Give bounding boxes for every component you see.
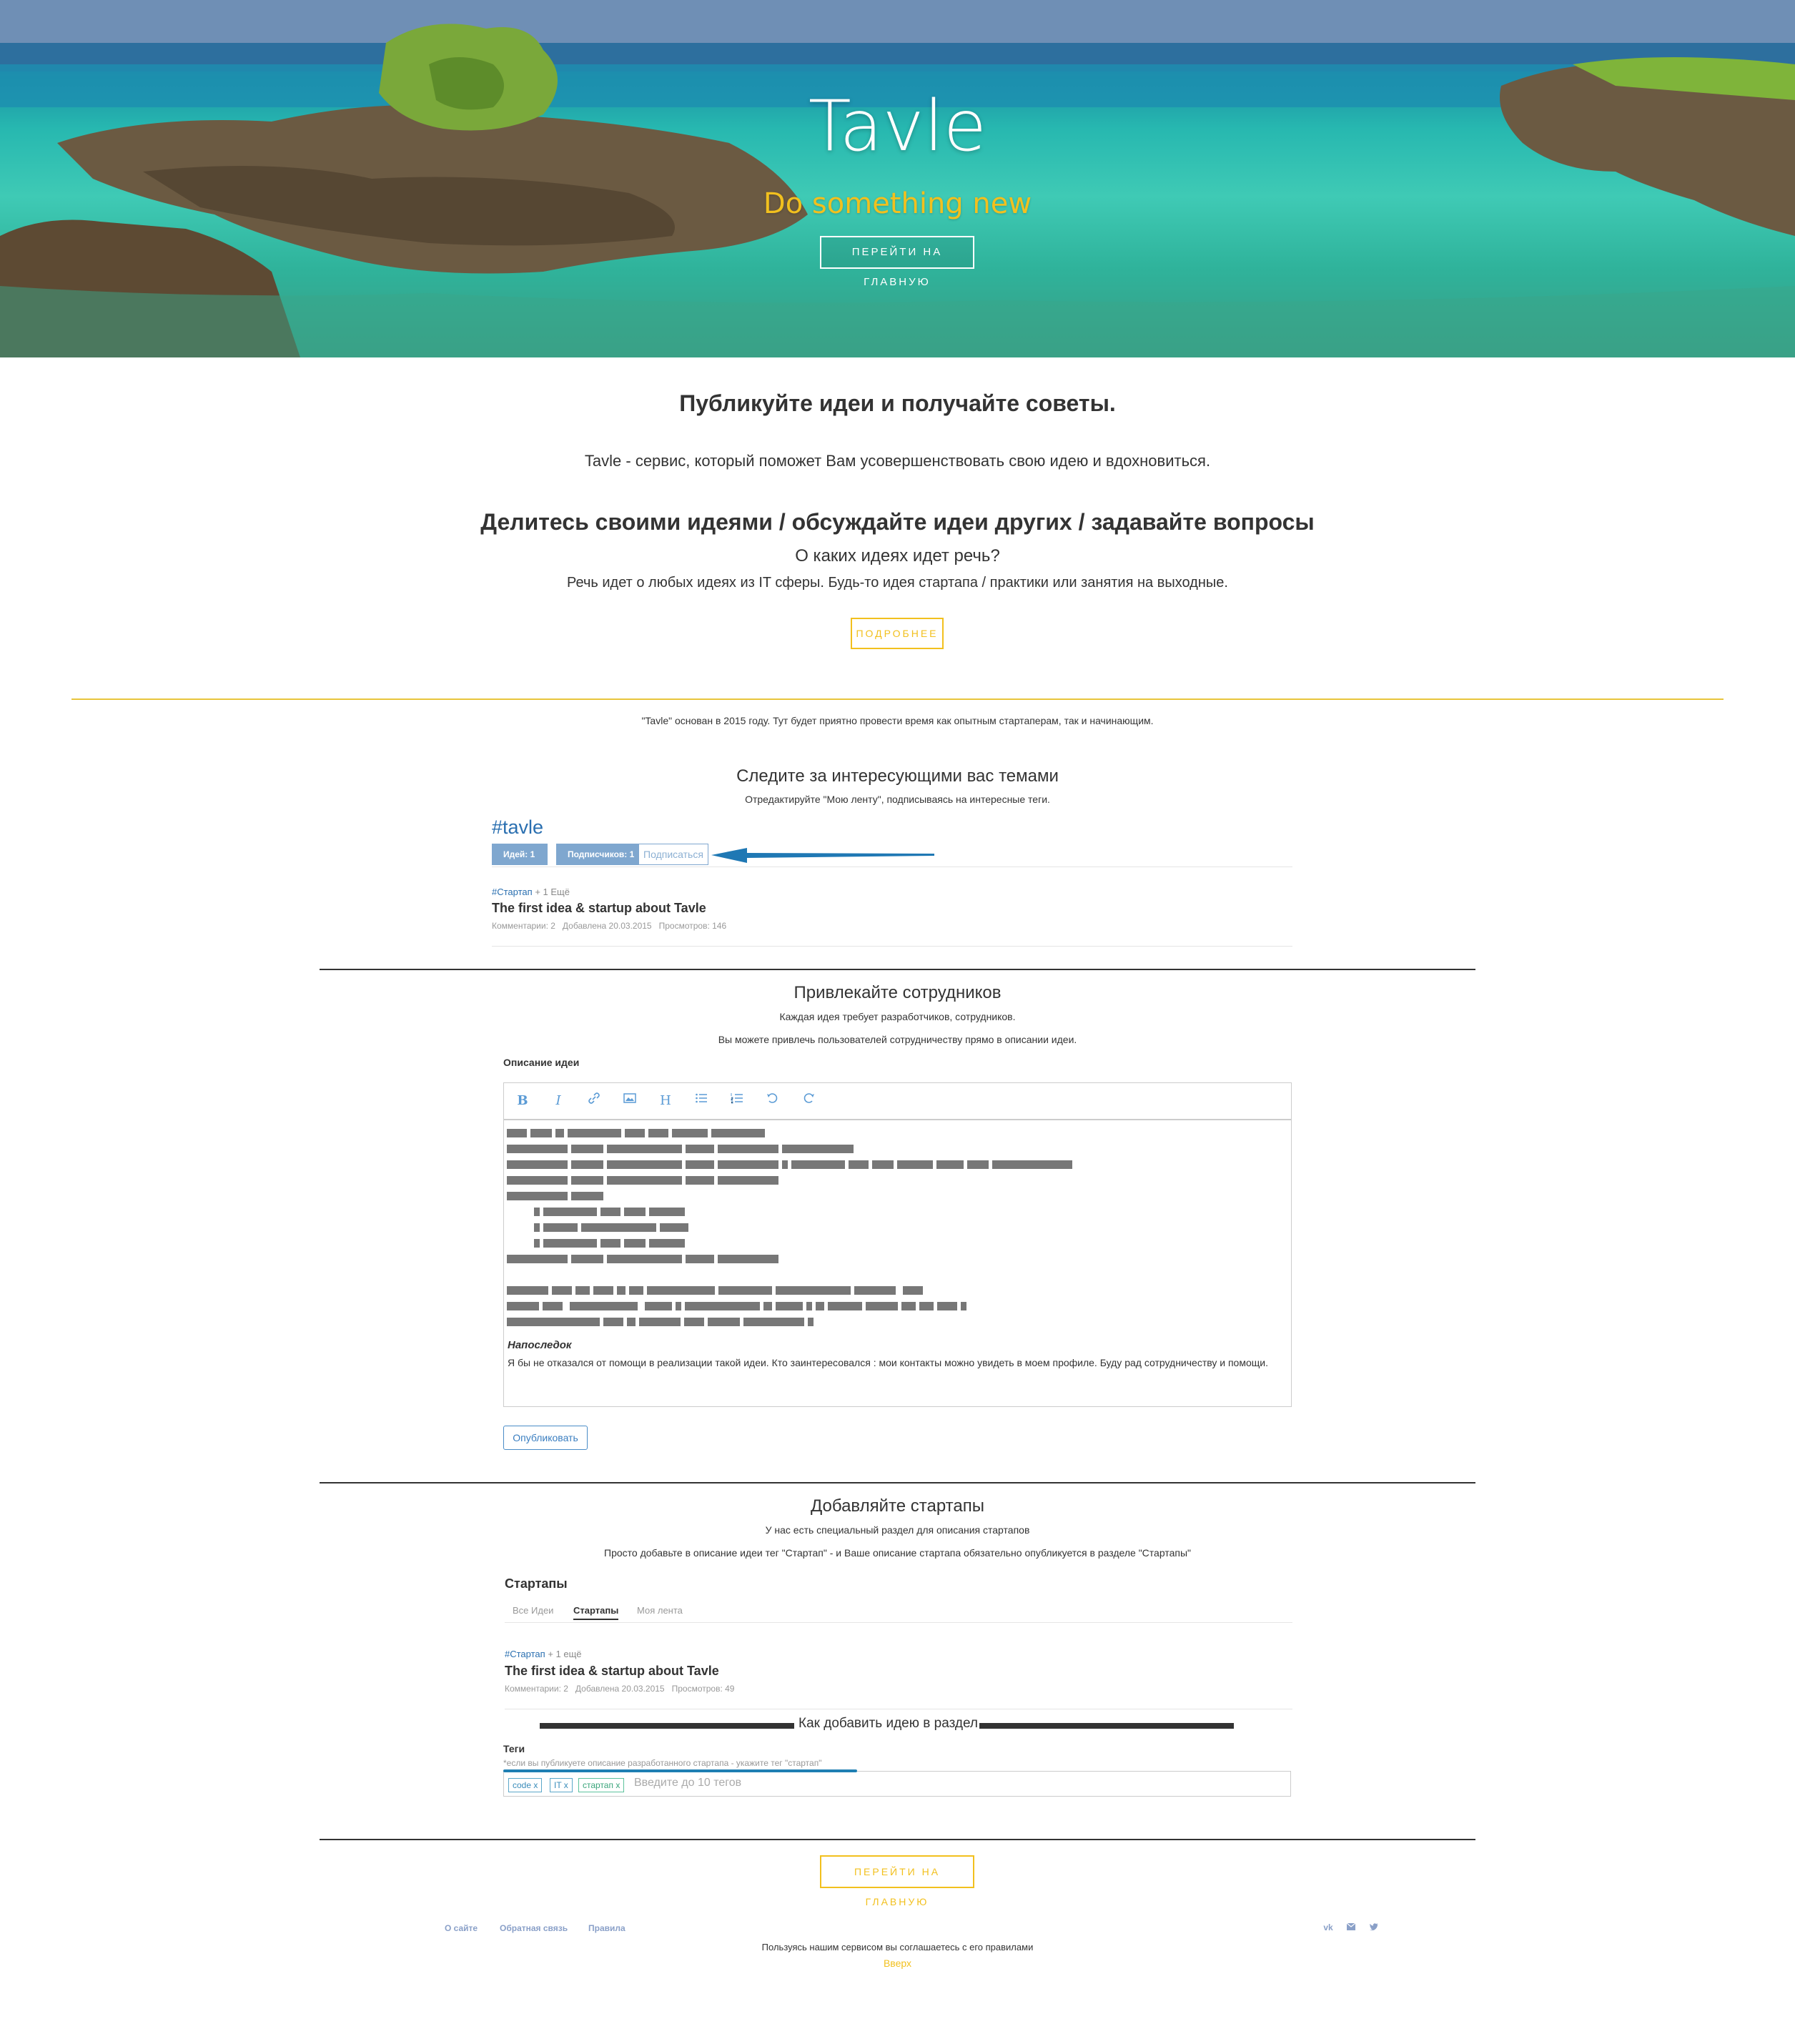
founded-text: "Tavle" основан в 2015 году. Тут будет п… <box>641 715 1154 726</box>
startup-more-tags: + 1 ещё <box>548 1649 582 1659</box>
idea-description-editor[interactable]: B I H Напоследок Я бы не отказался от по… <box>503 1082 1292 1407</box>
pointer-arrow-icon <box>711 848 934 863</box>
subscribe-button[interactable]: Подписаться <box>638 844 708 865</box>
footer-rules-link[interactable]: Правила <box>588 1923 625 1933</box>
recruit-text-1: Каждая идея требует разработчиков, сотру… <box>779 1011 1016 1022</box>
divider <box>492 946 1292 947</box>
intro-heading: Публикуйте идеи и получайте советы. <box>679 390 1116 416</box>
idea-title-link[interactable]: The first idea & startup about Tavle <box>492 901 706 916</box>
intro-description: Tavle - сервис, который поможет Вам усов… <box>584 452 1211 470</box>
tags-input[interactable]: code x IT x стартап x Введите до 10 тего… <box>503 1771 1291 1797</box>
gold-divider <box>71 698 1724 700</box>
footer-about-link[interactable]: О сайте <box>445 1923 478 1933</box>
vk-icon[interactable]: vk <box>1322 1922 1334 1933</box>
section-divider <box>320 1482 1475 1483</box>
editor-label: Описание идеи <box>503 1057 580 1068</box>
home-button[interactable]: ПЕРЕЙТИ НА ГЛАВНУЮ <box>820 1855 974 1907</box>
section-divider <box>320 969 1475 970</box>
startup-idea-tags: #Стартап + 1 ещё <box>505 1649 582 1659</box>
hero-home-button[interactable]: ПЕРЕЙТИ НА ГЛАВНУЮ <box>820 236 974 288</box>
redo-icon[interactable] <box>799 1092 818 1110</box>
undo-icon[interactable] <box>763 1092 782 1110</box>
howto-heading: Как добавить идею в раздел <box>798 1716 978 1731</box>
follow-text: Отредактируйте "Мою ленту", подписываясь… <box>745 794 1050 805</box>
tags-hint: *если вы публикуете описание разработанн… <box>503 1758 822 1768</box>
subscribers-count-badge: Подписчиков: 1 <box>556 844 638 865</box>
twitter-icon[interactable] <box>1368 1922 1380 1933</box>
follow-title: Следите за интересующими вас темами <box>736 766 1059 786</box>
publish-button[interactable]: Опубликовать <box>503 1426 588 1450</box>
site-title: Tavle <box>808 86 987 167</box>
which-text: Речь идет о любых идеях из IT сферы. Буд… <box>567 575 1228 591</box>
startups-text-1: У нас есть специальный раздел для описан… <box>765 1524 1030 1536</box>
howto-bar-left <box>540 1723 794 1729</box>
site-tagline: Do something new <box>763 187 1032 220</box>
divider <box>505 1622 1292 1623</box>
tab-all-ideas[interactable]: Все Идеи <box>513 1605 553 1616</box>
startups-section-label: Стартапы <box>505 1576 568 1591</box>
tab-startups[interactable]: Стартапы <box>573 1605 619 1620</box>
afterword-title: Напоследок <box>508 1339 572 1351</box>
startup-idea-title-link[interactable]: The first idea & startup about Tavle <box>505 1664 719 1679</box>
idea-tag-link[interactable]: #Стартап <box>492 887 533 897</box>
image-icon[interactable] <box>620 1092 639 1110</box>
tags-label: Теги <box>503 1743 525 1754</box>
tag-title[interactable]: #tavle <box>492 816 543 839</box>
tag-chip-startup[interactable]: стартап x <box>578 1778 625 1792</box>
tag-chip-it[interactable]: IT x <box>550 1778 573 1792</box>
recruit-title: Привлекайте сотрудников <box>793 983 1002 1002</box>
footer-agreement: Пользуясь нашим сервисом вы соглашаетесь… <box>761 1942 1034 1952</box>
startup-idea-meta: Комментарии: 2 Добавлена 20.03.2015 Прос… <box>505 1684 735 1694</box>
startups-title: Добавляйте стартапы <box>811 1496 984 1516</box>
italic-icon[interactable]: I <box>549 1092 568 1110</box>
numbered-list-icon[interactable] <box>728 1092 746 1110</box>
tab-my-feed[interactable]: Моя лента <box>637 1605 683 1616</box>
more-button[interactable]: ПОДРОБНЕЕ <box>851 618 944 649</box>
hero-banner: Tavle Do something new ПЕРЕЙТИ НА ГЛАВНУ… <box>0 0 1795 357</box>
afterword-text: Я бы не отказался от помощи в реализации… <box>508 1357 1268 1368</box>
bulleted-list-icon[interactable] <box>692 1092 711 1110</box>
section-divider <box>320 1839 1475 1840</box>
share-heading: Делитесь своими идеями / обсуждайте идеи… <box>480 509 1315 535</box>
ideas-count-badge: Идей: 1 <box>492 844 548 865</box>
tags-placeholder: Введите до 10 тегов <box>634 1777 742 1789</box>
editor-toolbar: B I H <box>504 1083 1291 1120</box>
howto-bar-right <box>979 1723 1234 1729</box>
footer-feedback-link[interactable]: Обратная связь <box>500 1923 568 1933</box>
which-heading: О каких идеях идет речь? <box>795 546 1000 566</box>
tag-chip-code[interactable]: code x <box>508 1778 543 1792</box>
hint-underline <box>503 1769 857 1772</box>
link-icon[interactable] <box>585 1092 603 1110</box>
recruit-text-2: Вы можете привлечь пользователей сотрудн… <box>718 1034 1077 1045</box>
idea-tags: #Стартап + 1 Ещё <box>492 887 570 897</box>
mail-icon[interactable] <box>1345 1922 1357 1933</box>
idea-meta: Комментарии: 2 Добавлена 20.03.2015 Прос… <box>492 921 727 931</box>
idea-more-tags: + 1 Ещё <box>535 887 570 897</box>
bold-icon[interactable]: B <box>513 1092 532 1110</box>
heading-icon[interactable]: H <box>656 1092 675 1110</box>
startups-text-2: Просто добавьте в описание идеи тег "Ста… <box>604 1547 1191 1559</box>
back-to-top-link[interactable]: Вверх <box>0 1957 1795 1969</box>
startup-tag-link[interactable]: #Стартап <box>505 1649 545 1659</box>
hero-landscape-image <box>0 0 1795 357</box>
